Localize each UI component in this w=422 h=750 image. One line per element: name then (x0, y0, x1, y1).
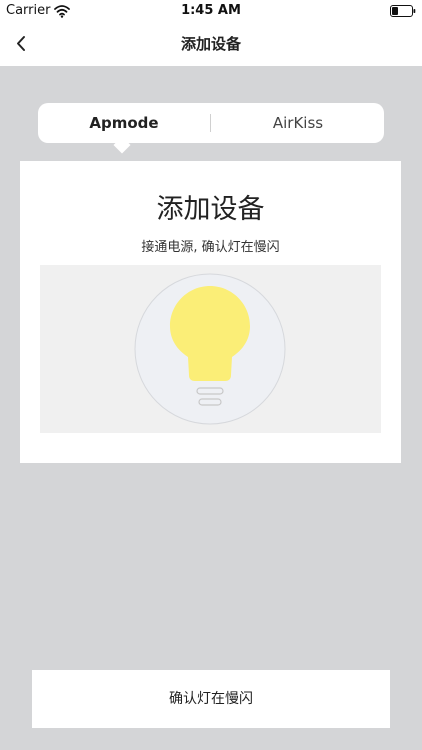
confirm-slow-blink-button[interactable]: 确认灯在慢闪 (32, 670, 390, 728)
light-bulb-icon (134, 273, 286, 425)
card-subtitle: 接通电源, 确认灯在慢闪 (141, 240, 280, 255)
mode-segmented-control: Apmode AirKiss (38, 103, 384, 143)
status-time: 1:45 AM (181, 3, 241, 18)
page-title: 添加设备 (180, 35, 241, 53)
navigation-bar: 添加设备 (0, 22, 422, 66)
back-chevron-icon[interactable] (8, 28, 40, 60)
tab-apmode[interactable]: Apmode (38, 103, 210, 143)
status-bar: Carrier 1:45 AM (0, 0, 422, 22)
battery-icon (390, 5, 416, 17)
illustration-panel (40, 265, 381, 433)
tab-airkiss[interactable]: AirKiss (212, 103, 384, 143)
tab-divider (210, 114, 211, 132)
instruction-card: 添加设备 接通电源, 确认灯在慢闪 (20, 161, 401, 463)
card-title: 添加设备 (156, 194, 265, 225)
